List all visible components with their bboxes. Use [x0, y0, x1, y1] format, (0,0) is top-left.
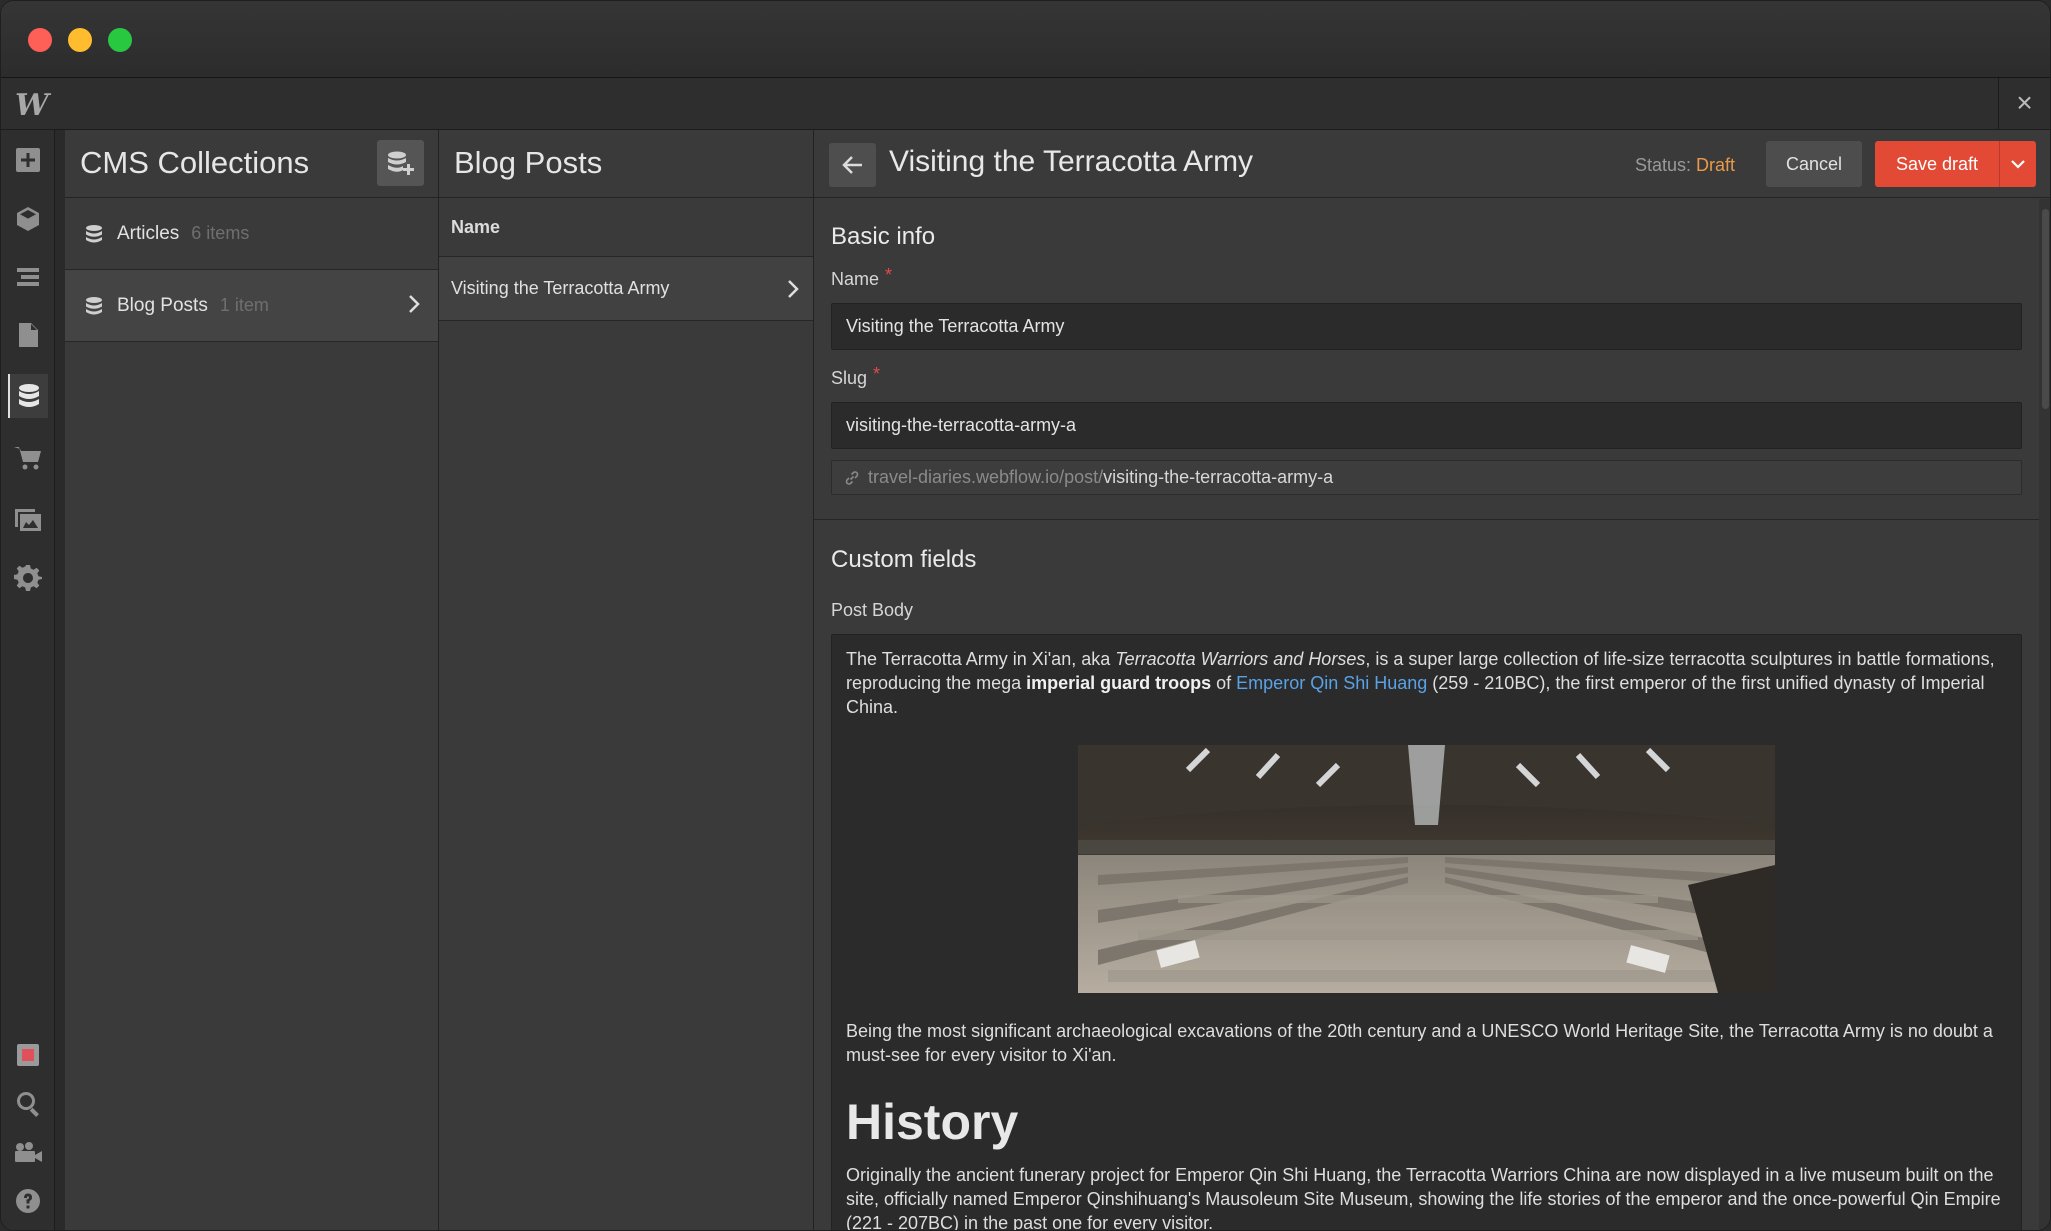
collection-count: 1 item	[219, 295, 269, 315]
close-panel-button[interactable]: ×	[1998, 78, 2050, 130]
blog-posts-panel: Blog Posts Name Visiting the Terracotta …	[439, 130, 814, 1230]
section-divider	[814, 519, 2039, 520]
components-cube-icon[interactable]	[8, 197, 48, 241]
name-input[interactable]: Visiting the Terracotta Army	[831, 303, 2022, 350]
collection-name: Blog Posts	[117, 294, 208, 316]
scrollbar-thumb[interactable]	[2042, 209, 2049, 409]
slug-input[interactable]: visiting-the-terracotta-army-a	[831, 402, 2022, 449]
required-marker: *	[873, 364, 881, 384]
editor-header: Visiting the Terracotta Army Status: Dra…	[814, 130, 2050, 198]
cancel-button[interactable]: Cancel	[1766, 141, 1862, 187]
panel-gutter	[55, 130, 65, 1230]
arrow-left-icon	[841, 156, 862, 174]
save-draft-button[interactable]: Save draft	[1875, 141, 1999, 187]
editor-form: Basic info Name * Visiting the Terracotta…	[814, 199, 2039, 1231]
name-label-text: Name	[831, 269, 880, 289]
chevron-down-icon	[2011, 160, 2025, 169]
custom-fields-heading: Custom fields	[831, 546, 977, 573]
collection-item-blog-posts[interactable]: Blog Posts 1 item	[65, 270, 438, 342]
window-close-button[interactable]	[28, 28, 52, 52]
editor-scrollbar[interactable]	[2039, 199, 2050, 1230]
blog-posts-header: Blog Posts	[439, 130, 813, 198]
database-icon	[85, 296, 103, 316]
custom-fields-section: Custom fields Post Body The Terracotta A…	[814, 546, 2039, 1231]
basic-info-heading: Basic info	[831, 223, 936, 250]
search-icon[interactable]	[8, 1081, 48, 1125]
body-paragraph-3: Originally the ancient funerary project …	[846, 1165, 2001, 1231]
basic-info-section: Basic info Name * Visiting the Terracotta…	[814, 223, 2039, 495]
slug-field-label: Slug *	[831, 364, 2022, 389]
ecommerce-cart-icon[interactable]	[8, 436, 48, 480]
database-icon	[85, 224, 103, 244]
url-base: travel-diaries.webflow.io/post/	[868, 467, 1104, 487]
item-editor-panel: Visiting the Terracotta Army Status: Dra…	[814, 130, 2050, 1231]
post-name: Visiting the Terracotta Army	[451, 278, 670, 298]
assets-images-icon[interactable]	[8, 497, 48, 541]
link-icon	[845, 470, 859, 485]
body-paragraph-2: Being the most significant archaeologica…	[846, 1021, 1993, 1065]
window-minimize-button[interactable]	[68, 28, 92, 52]
italic-text: Terracotta Warriors and Horses	[1115, 649, 1366, 669]
add-icon[interactable]	[8, 138, 48, 182]
url-slug: visiting-the-terracotta-army-a	[1103, 467, 1334, 487]
webflow-logo[interactable]: W	[15, 88, 49, 123]
audit-icon[interactable]	[8, 1033, 48, 1077]
chevron-right-icon	[408, 294, 420, 319]
post-body-editor[interactable]: The Terracotta Army in Xi'an, aka Terrac…	[831, 634, 2022, 1231]
left-toolbar	[1, 130, 55, 1230]
blog-posts-title: Blog Posts	[454, 145, 603, 180]
navigator-icon[interactable]	[8, 255, 48, 299]
pages-icon[interactable]	[8, 313, 48, 357]
terracotta-army-photo[interactable]	[1078, 745, 1775, 993]
body-paragraph-1: The Terracotta Army in Xi'an, aka Terrac…	[846, 647, 2007, 719]
collections-title: CMS Collections	[80, 145, 310, 180]
post-list-item[interactable]: Visiting the Terracotta Army	[439, 257, 813, 321]
name-column-header[interactable]: Name	[439, 198, 813, 257]
body-link[interactable]: Emperor Qin Shi Huang	[1236, 673, 1427, 693]
back-button[interactable]	[829, 143, 876, 187]
editor-title: Visiting the Terracotta Army	[889, 145, 1254, 178]
designer-topbar: W ×	[1, 78, 2050, 130]
post-body-label: Post Body	[831, 600, 914, 620]
text-run: The Terracotta Army in Xi'an, aka	[846, 649, 1116, 669]
collections-header: CMS Collections	[65, 130, 438, 198]
cms-database-icon[interactable]	[8, 374, 48, 418]
slug-label-text: Slug	[831, 368, 868, 388]
collection-item-articles[interactable]: Articles 6 items	[65, 198, 438, 270]
required-marker: *	[885, 265, 893, 285]
name-field-label: Name *	[831, 265, 2022, 290]
chevron-right-icon	[787, 279, 799, 304]
save-options-dropdown[interactable]	[1999, 141, 2036, 187]
app-window: W × CMS Collections Articles 6 items Blo…	[0, 0, 2051, 1231]
slug-url-preview: travel-diaries.webflow.io/post/visiting-…	[831, 460, 2022, 495]
save-draft-group: Save draft	[1875, 141, 2036, 187]
window-titlebar	[1, 1, 2050, 78]
body-heading-history: History	[846, 1094, 1019, 1150]
add-collection-button[interactable]	[377, 140, 424, 186]
add-database-icon	[387, 151, 414, 175]
status-indicator: Status: Draft	[1635, 155, 1735, 176]
settings-gear-icon[interactable]	[8, 555, 48, 599]
help-icon[interactable]	[8, 1179, 48, 1223]
collection-name: Articles	[117, 222, 180, 244]
cms-collections-panel: CMS Collections Articles 6 items Blog Po…	[65, 130, 439, 1230]
tutorials-video-icon[interactable]	[8, 1130, 48, 1174]
status-badge: Draft	[1696, 155, 1736, 175]
bold-text: imperial guard troops	[1026, 673, 1212, 693]
collection-count: 6 items	[191, 223, 250, 243]
window-zoom-button[interactable]	[108, 28, 132, 52]
text-run: of	[1211, 673, 1237, 693]
status-label: Status:	[1635, 155, 1692, 175]
